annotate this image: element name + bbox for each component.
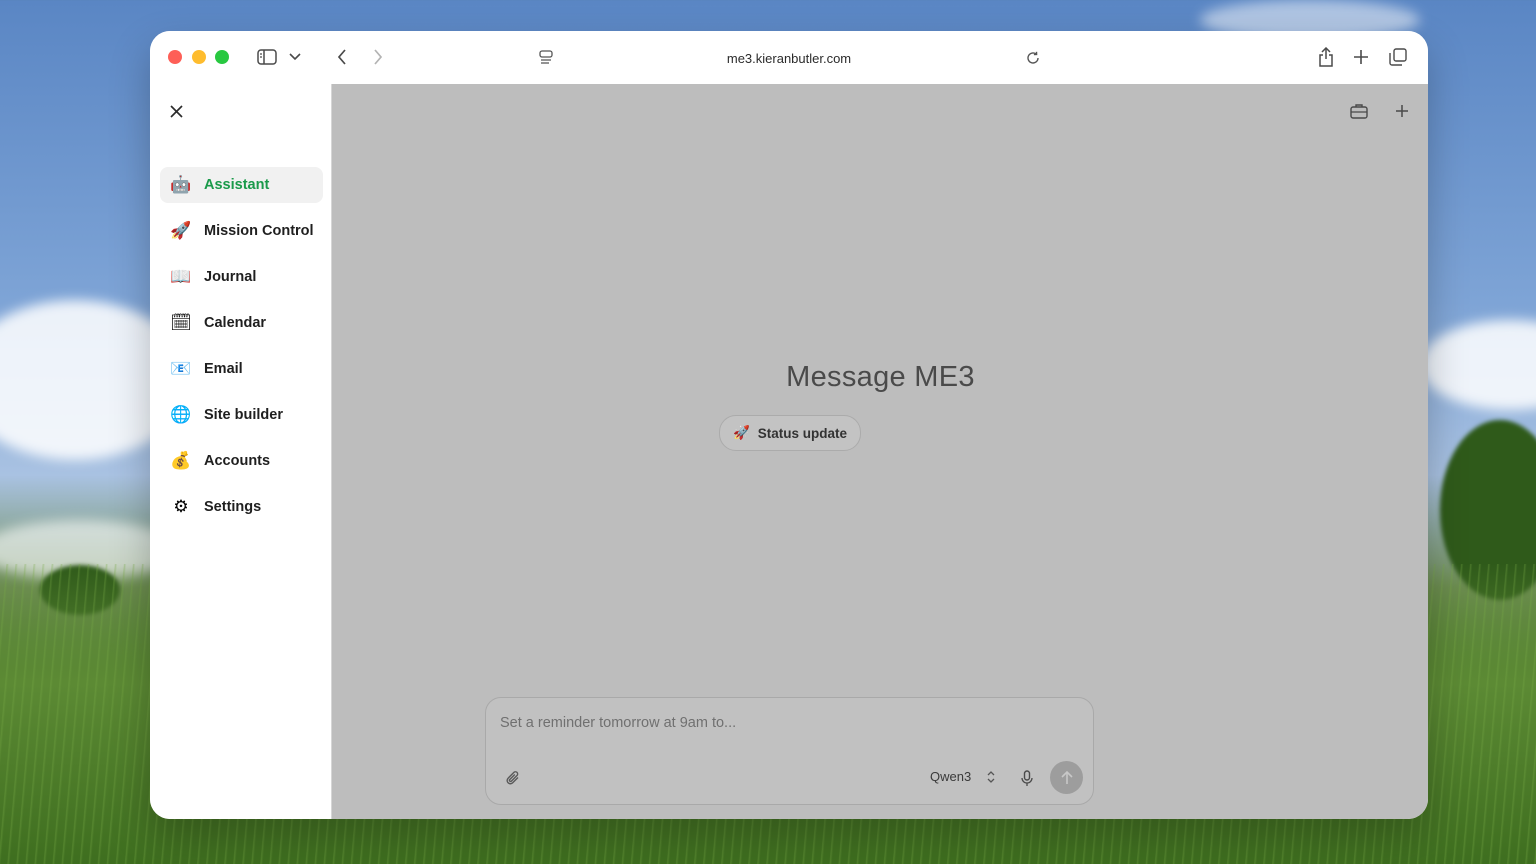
sidebar-item-label: Email (204, 361, 243, 377)
rocket-icon: 🚀 (170, 221, 192, 240)
tab-group-dropdown-button[interactable] (286, 49, 304, 65)
sidebar-item-accounts[interactable]: 💰 Accounts (160, 443, 323, 479)
gear-icon: ⚙ (173, 497, 189, 516)
sidebar-toggle-button[interactable] (254, 46, 280, 68)
sidebar-item-label: Settings (204, 499, 262, 515)
status-update-suggestion-button[interactable]: 🚀 Status update (719, 415, 861, 451)
sidebar-icon (257, 49, 277, 65)
plus-icon (1396, 105, 1408, 117)
toolbox-button[interactable] (1348, 100, 1370, 122)
chat-main-area[interactable]: Message ME3 🚀 Status update Qwen3 (331, 84, 1428, 819)
paperclip-icon (506, 771, 519, 785)
reload-button[interactable] (1023, 48, 1043, 68)
close-icon (169, 104, 183, 118)
sidebar-item-label: Mission Control (204, 223, 314, 239)
url-text: me3.kieranbutler.com (726, 50, 852, 66)
forward-button[interactable] (367, 46, 389, 68)
address-bar[interactable]: me3.kieranbutler.com (530, 44, 1048, 72)
chevron-left-icon (337, 49, 346, 65)
browser-toolbar: me3.kieranbutler.com (150, 31, 1428, 85)
attach-button[interactable] (502, 767, 524, 789)
message-composer: Qwen3 (485, 697, 1094, 805)
sidebar-item-mission-control[interactable]: 🚀 Mission Control (160, 213, 323, 249)
minimize-window-button[interactable] (192, 50, 206, 64)
rocket-icon: 🚀 (732, 425, 750, 440)
new-tab-button[interactable] (1350, 46, 1372, 68)
robot-icon: 🤖 (170, 175, 192, 194)
close-sidebar-button[interactable] (166, 101, 186, 121)
book-icon: 📖 (170, 267, 192, 286)
share-icon (1319, 47, 1333, 67)
sidebar-item-assistant[interactable]: 🤖 Assistant (160, 167, 323, 203)
sidebar-item-email[interactable]: 📧 Email (160, 351, 323, 387)
send-button[interactable] (1050, 761, 1083, 794)
model-selector[interactable]: Qwen3 (930, 769, 995, 784)
sidebar-item-site-builder[interactable]: 🌐 Site builder (160, 397, 323, 433)
sidebar-item-label: Assistant (204, 177, 270, 193)
share-button[interactable] (1314, 45, 1338, 69)
microphone-button[interactable] (1016, 767, 1038, 789)
sidebar-item-label: Accounts (204, 453, 271, 469)
money-bag-icon: 💰 (170, 451, 192, 470)
chevron-down-icon (289, 53, 301, 61)
new-chat-button[interactable] (1391, 100, 1413, 122)
chevron-up-down-icon (987, 770, 995, 783)
microphone-icon (1021, 769, 1033, 786)
sidebar-item-calendar[interactable]: 🗓 Calendar (160, 305, 323, 341)
chevron-right-icon (374, 49, 383, 65)
email-icon: 📧 (170, 359, 192, 378)
browser-window: me3.kieranbutler.com 🤖 Assistant 🚀 Missi… (150, 31, 1428, 819)
back-button[interactable] (331, 46, 353, 68)
sidebar-item-label: Calendar (204, 315, 267, 331)
zoom-window-button[interactable] (215, 50, 229, 64)
tab-overview-icon (1389, 48, 1407, 66)
page-title: Message ME3 (786, 361, 975, 393)
model-name: Qwen3 (930, 769, 972, 784)
background-cloud (1420, 320, 1536, 410)
plus-icon (1354, 50, 1368, 64)
briefcase-icon (1350, 104, 1368, 119)
tab-overview-button[interactable] (1387, 46, 1409, 68)
sidebar-item-label: Site builder (204, 407, 283, 423)
reload-icon (1027, 51, 1039, 64)
app-sidebar: 🤖 Assistant 🚀 Mission Control 📖 Journal … (150, 84, 331, 819)
close-window-button[interactable] (168, 50, 182, 64)
sidebar-item-label: Journal (204, 269, 257, 285)
sidebar-item-settings[interactable]: ⚙ Settings (160, 489, 323, 525)
suggestion-label: Status update (757, 425, 848, 441)
message-input[interactable] (498, 714, 1062, 732)
globe-icon: 🌐 (170, 405, 192, 424)
calendar-icon: 🗓 (170, 313, 192, 332)
arrow-up-icon (1060, 770, 1073, 784)
sidebar-item-journal[interactable]: 📖 Journal (160, 259, 323, 295)
